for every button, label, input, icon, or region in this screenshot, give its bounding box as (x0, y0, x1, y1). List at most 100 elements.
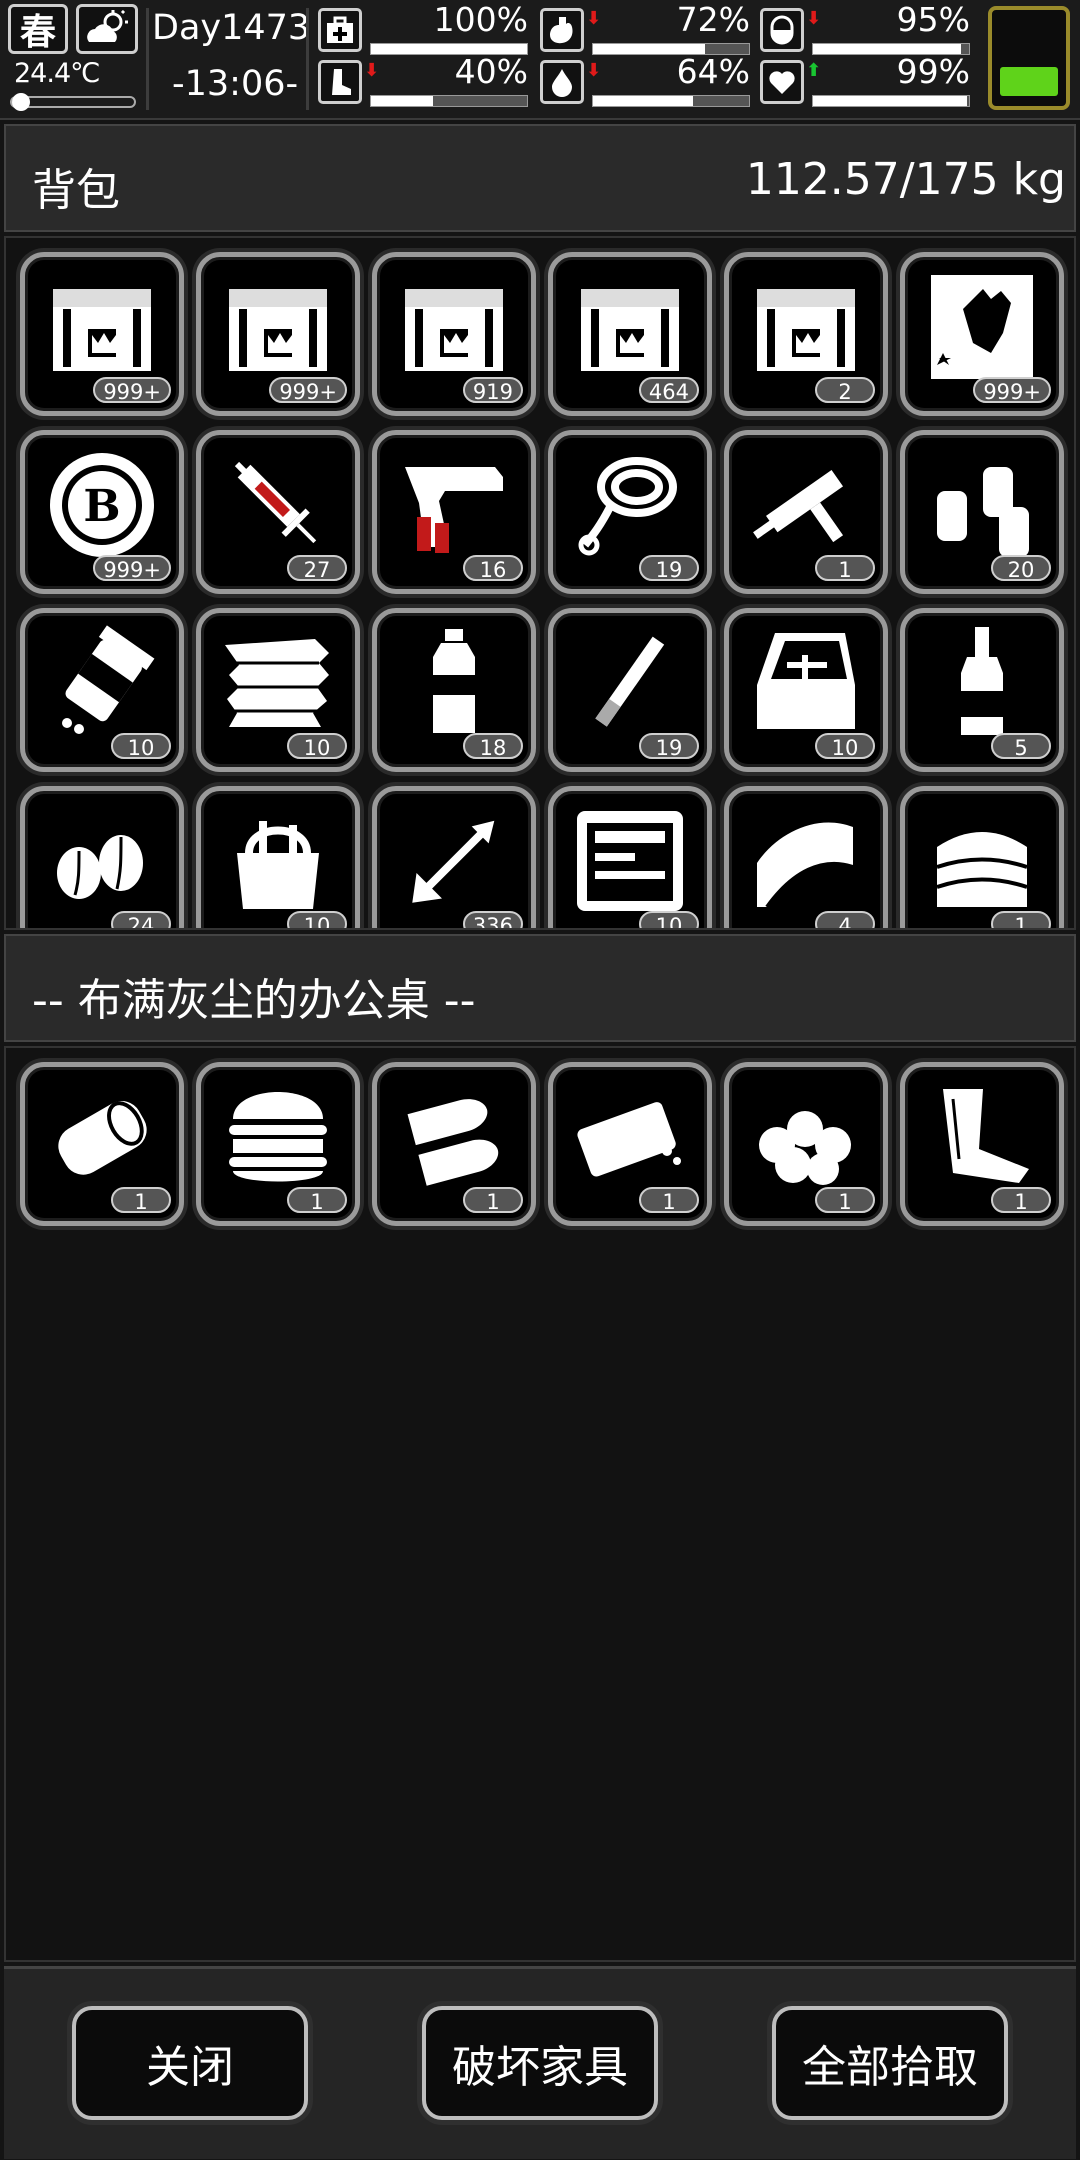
item-slot[interactable]: 5 (900, 608, 1064, 772)
trend-down-icon: ⬇ (586, 8, 602, 29)
item-slot[interactable]: 4 (724, 786, 888, 928)
temperature-label: 24.4℃ (14, 58, 100, 89)
item-slot[interactable]: 1 (20, 1062, 184, 1226)
chest-iii-icon (395, 269, 513, 385)
chest-gold-icon (747, 269, 865, 385)
item-count: 999+ (973, 377, 1051, 404)
day-counter: Day1473 (152, 8, 311, 48)
item-count: 2 (815, 377, 875, 404)
item-count: 24 (111, 911, 171, 928)
burger-icon (219, 1079, 337, 1195)
casino-chip-icon: B (43, 447, 161, 563)
backpack-grid[interactable]: 999+ 999+ 919 464 2 999+ B 999+ 27 16 19 1 20 10 10 18 1… (4, 236, 1076, 930)
item-slot[interactable]: 1 (724, 430, 888, 594)
item-count: 4 (815, 911, 875, 928)
pill-bottle-icon (43, 625, 161, 741)
close-button[interactable]: 关闭 (72, 2006, 308, 2120)
stat-thirst: ⬇ 64% (540, 52, 750, 110)
item-count: 10 (639, 911, 699, 928)
chest-ii-icon (219, 269, 337, 385)
item-count: 1 (111, 1187, 171, 1214)
medkit-icon (318, 8, 362, 52)
item-count: 999+ (93, 555, 171, 582)
item-slot[interactable]: 1 (900, 786, 1064, 928)
item-count: 10 (111, 733, 171, 760)
item-slot[interactable]: 20 (900, 430, 1064, 594)
scrap-icon (923, 1079, 1041, 1195)
canned-fish-icon (43, 1079, 161, 1195)
pill-icon (760, 8, 804, 52)
container-grid[interactable]: 1 1 1 1 1 1 (4, 1046, 1076, 1962)
take-all-button[interactable]: 全部拾取 (772, 2006, 1008, 2120)
cigarette-icon (571, 625, 689, 741)
item-slot[interactable]: 27 (196, 430, 360, 594)
trend-down-icon: ⬇ (806, 8, 822, 29)
item-slot[interactable]: 1 (372, 1062, 536, 1226)
toolbox-open-icon (747, 625, 865, 741)
item-slot[interactable]: 919 (372, 252, 536, 416)
container-title: -- 布满灰尘的办公桌 -- (32, 975, 476, 1026)
container-header: -- 布满灰尘的办公桌 -- (4, 934, 1076, 1042)
toolkit-case-icon (571, 803, 689, 919)
item-count: 919 (462, 377, 523, 404)
item-count: 336 (462, 911, 523, 928)
item-slot[interactable]: 10 (196, 786, 360, 928)
bread-icon (571, 1079, 689, 1195)
syringe-icon (219, 447, 337, 563)
item-count: 20 (991, 555, 1051, 582)
rocks-icon (747, 1079, 865, 1195)
item-slot[interactable]: 336 (372, 786, 536, 928)
item-slot[interactable]: B 999+ (20, 430, 184, 594)
item-count: 999+ (93, 377, 171, 404)
weather-icon (76, 4, 138, 54)
item-count: 999+ (269, 377, 347, 404)
water-drop-icon (540, 60, 584, 104)
item-count: 19 (639, 733, 699, 760)
season-badge: 春 (8, 4, 68, 54)
item-slot[interactable]: 999+ (900, 252, 1064, 416)
destroy-furniture-button[interactable]: 破坏家具 (422, 2006, 658, 2120)
item-slot[interactable]: 10 (196, 608, 360, 772)
item-count: 10 (815, 733, 875, 760)
item-slot[interactable]: 24 (20, 786, 184, 928)
item-count: 1 (991, 911, 1051, 928)
chest-iv-icon (571, 269, 689, 385)
heart-icon (760, 60, 804, 104)
item-count: 10 (287, 911, 347, 928)
item-slot[interactable]: 1 (900, 1062, 1064, 1226)
item-slot[interactable]: 1 (724, 1062, 888, 1226)
item-slot[interactable]: 10 (20, 608, 184, 772)
item-count: 1 (815, 555, 875, 582)
item-slot[interactable]: 19 (548, 608, 712, 772)
item-count: 10 (287, 733, 347, 760)
bullets-icon (395, 1079, 513, 1195)
liquor-bottle-icon (923, 625, 1041, 741)
item-slot[interactable]: 2 (724, 252, 888, 416)
item-count: 5 (991, 733, 1051, 760)
seeds-icon (43, 803, 161, 919)
backpack-title: 背包 (32, 165, 120, 216)
towel-icon (747, 803, 865, 919)
item-slot[interactable]: 18 (372, 608, 536, 772)
item-slot[interactable]: 1 (196, 1062, 360, 1226)
leg-icon (318, 60, 362, 104)
item-slot[interactable]: 10 (548, 786, 712, 928)
backpack-header: 背包 112.57/175 kg (4, 124, 1076, 232)
item-count: 18 (463, 733, 523, 760)
item-slot[interactable]: 19 (548, 430, 712, 594)
item-slot[interactable]: 10 (724, 608, 888, 772)
item-slot[interactable]: 999+ (196, 252, 360, 416)
backpack-weight: 112.57/175 kg (745, 154, 1066, 205)
stat-stamina: ⬇ 40% (318, 52, 528, 110)
folded-cloth-icon (923, 803, 1041, 919)
stat-mood: ⬇ 95% (760, 0, 970, 58)
item-slot[interactable]: 999+ (20, 252, 184, 416)
item-count: 1 (815, 1187, 875, 1214)
temperature-bar (10, 93, 136, 111)
item-slot[interactable]: 16 (372, 430, 536, 594)
item-slot[interactable]: 464 (548, 252, 712, 416)
item-count: 19 (639, 555, 699, 582)
item-slot[interactable]: 1 (548, 1062, 712, 1226)
arrow-icon (395, 803, 513, 919)
item-count: 1 (463, 1187, 523, 1214)
